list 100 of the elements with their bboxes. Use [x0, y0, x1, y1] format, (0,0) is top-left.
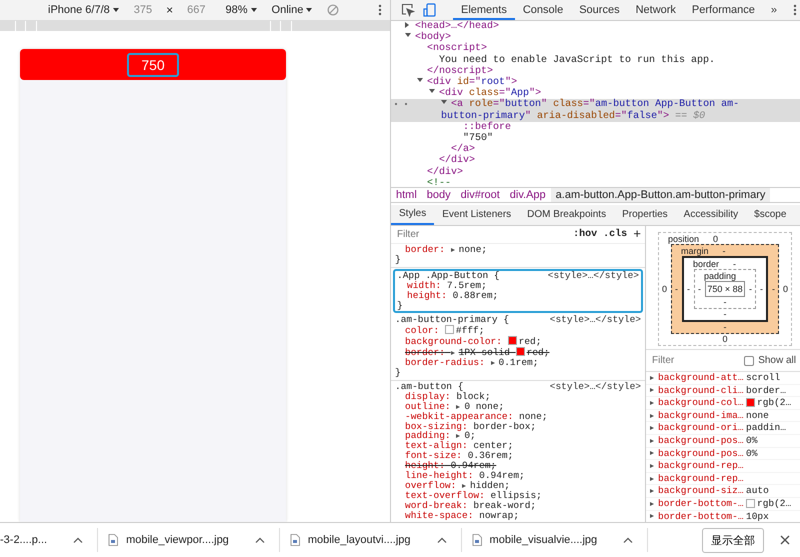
property-name[interactable]: background-siz… [658, 485, 746, 497]
source-link[interactable]: <style>…</style> [548, 270, 639, 281]
dom-node[interactable]: <body> [391, 32, 800, 44]
breadcrumb-item[interactable]: html [391, 188, 422, 202]
property-name[interactable]: background-ori… [658, 422, 746, 434]
download-item[interactable]: mobile_viewpor....jpg [126, 534, 229, 546]
caret-icon [112, 6, 120, 14]
hov-button[interactable]: :hov [573, 230, 598, 240]
css-declaration: border: none; [404, 245, 488, 255]
css-declaration: white-space: nowrap; [404, 510, 520, 521]
panel-tab[interactable]: Sources [571, 0, 628, 20]
box-value: 0 [721, 334, 728, 344]
panel-tab[interactable]: $scope [746, 205, 794, 225]
dom-node[interactable]: "750" [391, 133, 800, 144]
css-declaration: padding: 0; [404, 431, 476, 442]
show-all-button[interactable]: 显示全部 [702, 528, 764, 552]
content-size: 750 × 88 [705, 281, 745, 297]
box-value: - [760, 284, 763, 294]
box-value: 0 [662, 284, 668, 294]
closing-brace: } [395, 368, 402, 378]
panel-tab[interactable]: Network [628, 0, 684, 20]
css-declaration: color: #fff; [404, 325, 486, 336]
breadcrumb-item[interactable]: a.am-button.App-Button.am-button-primary [550, 188, 770, 202]
dom-closing-tag: </div> [391, 166, 800, 178]
panel-tab[interactable]: Performance [684, 0, 763, 20]
more-icon[interactable] [378, 4, 382, 16]
dom-node[interactable]: You need to enable JavaScript to run this app. [391, 54, 800, 66]
css-declaration: overflow: hidden; [404, 480, 510, 491]
chevron-up-icon[interactable] [254, 537, 265, 543]
file-icon [472, 534, 482, 546]
source-link[interactable]: <style>…</style> [550, 315, 641, 326]
property-name[interactable]: background-pos… [658, 434, 746, 447]
device-toggle-icon[interactable] [423, 3, 437, 17]
property-name[interactable]: background-att… [658, 372, 746, 384]
zoom-dropdown[interactable]: 98% [226, 4, 258, 16]
css-declaration: border: 1PX solid red; [404, 347, 550, 358]
dom-node[interactable]: <div id="root"> [391, 77, 800, 88]
cls-button[interactable]: .cls [603, 230, 628, 240]
dom-node[interactable]: <noscript> [391, 43, 800, 55]
panel-tab[interactable]: Properties [614, 205, 676, 225]
closing-brace: } [397, 300, 404, 310]
dom-node[interactable]: ::before [391, 122, 800, 134]
source-link[interactable]: <style>…</style> [550, 382, 641, 392]
caret-icon [250, 6, 258, 14]
box-value: - [675, 284, 678, 294]
closing-brace: } [395, 254, 402, 265]
box-value: - [748, 284, 752, 294]
property-name[interactable]: border-bottom-… [658, 498, 746, 510]
download-item[interactable]: mobile_visualvie....jpg [490, 534, 598, 546]
download-item[interactable]: -3-2....p... [0, 534, 48, 546]
property-name[interactable]: background-col… [658, 397, 746, 409]
primary-button[interactable]: 750 [20, 49, 286, 80]
dom-node[interactable]: <!-- [391, 178, 800, 187]
panel-tab[interactable]: Event Listeners [434, 205, 520, 225]
panel-tab[interactable]: Elements [453, 0, 515, 20]
show-all-checkbox[interactable]: Show all [744, 355, 796, 366]
box-value: - [722, 246, 726, 256]
box-value: - [722, 297, 728, 307]
property-name[interactable]: background-rep… [658, 460, 746, 472]
chevron-up-icon[interactable] [623, 537, 634, 543]
inspect-icon[interactable] [401, 3, 415, 17]
property-name[interactable]: background-cli… [658, 384, 746, 396]
dom-node[interactable]: <head>…</head> [391, 21, 800, 32]
box-value: - [733, 259, 736, 269]
box-value: - [722, 322, 728, 332]
css-declaration: height: 0.88rem; [406, 290, 500, 301]
property-name[interactable]: border-bottom-… [658, 510, 746, 522]
chevron-up-icon[interactable] [436, 537, 447, 543]
css-declaration: text-align: center; [404, 441, 514, 452]
panel-tab[interactable]: Styles [391, 205, 434, 225]
breadcrumb-item[interactable]: body [422, 188, 456, 202]
box-label: position [668, 234, 700, 244]
dom-node[interactable]: <div class="App"> [391, 88, 800, 100]
box-value: - [698, 284, 702, 294]
dom-node[interactable]: <a role="button" class="am-button App-Button am-button-primary" aria-disabled="false"> == $0 [391, 99, 800, 122]
property-name[interactable]: background-pos… [658, 448, 746, 460]
property-value: rgb(2… [757, 498, 792, 510]
property-name[interactable]: background-ima… [658, 410, 746, 422]
add-rule-button[interactable]: + [633, 230, 641, 240]
panel-tab[interactable]: DOM Breakpoints [519, 205, 614, 225]
panel-tab[interactable]: Accessibility [676, 205, 746, 225]
chevron-up-icon[interactable] [73, 537, 84, 543]
css-declaration: -webkit-appearance: none; [404, 412, 549, 422]
css-declaration: border-radius: 0.1rem; [404, 358, 540, 368]
property-value: auto [746, 485, 769, 497]
property-value: rgb(2… [757, 397, 792, 409]
close-icon[interactable] [780, 535, 790, 545]
device-dropdown[interactable]: iPhone 6/7/8 [48, 4, 120, 16]
more-icon[interactable] [793, 4, 798, 16]
css-declaration: display: block; [404, 392, 492, 402]
network-dropdown[interactable]: Online [272, 4, 314, 16]
box-label: margin [681, 246, 709, 256]
css-selector: .am-button-primary { [395, 315, 510, 326]
breadcrumb-item[interactable]: div#root [456, 188, 505, 202]
property-name[interactable]: background-rep… [658, 472, 746, 484]
panel-tab[interactable]: Console [514, 0, 572, 20]
download-item[interactable]: mobile_layoutvi....jpg [308, 534, 411, 546]
more-tabs-button[interactable]: » [762, 0, 786, 20]
breadcrumb-item[interactable]: div.App [504, 188, 551, 202]
css-declaration: width: 7.5rem; [407, 280, 487, 291]
